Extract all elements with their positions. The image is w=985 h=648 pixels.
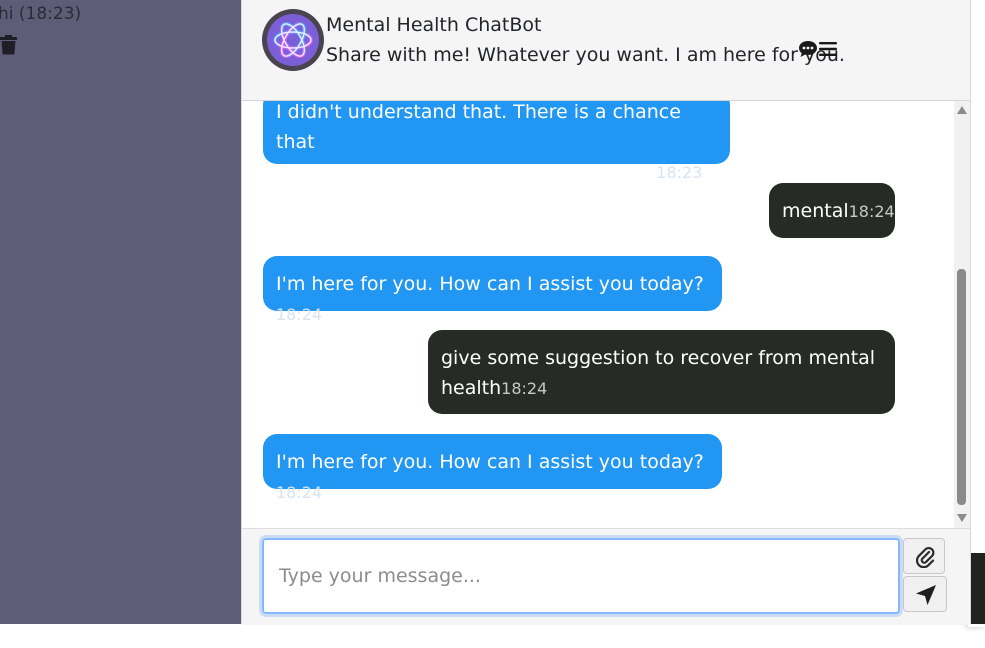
bot-message: I'm here for you. How can I assist you t… bbox=[263, 434, 722, 502]
paperclip-icon bbox=[915, 546, 935, 568]
chat-window: Mental Health ChatBot Share with me! Wha… bbox=[241, 0, 971, 625]
message-text: I'm here for you. How can I assist you t… bbox=[276, 273, 704, 295]
message-text: input is out of context. Please try agai… bbox=[276, 161, 657, 183]
message-input[interactable] bbox=[262, 538, 900, 614]
send-icon bbox=[916, 585, 936, 605]
message-scrollbar[interactable] bbox=[954, 101, 970, 528]
chat-header: Mental Health ChatBot Share with me! Wha… bbox=[242, 0, 970, 101]
message-text: give some suggestion to recover from men… bbox=[441, 347, 876, 369]
bot-message: I didn't understand that. There is a cha… bbox=[263, 101, 730, 183]
scroll-down-arrow-icon[interactable] bbox=[957, 514, 967, 522]
page-subtitle: Share with me! Whatever you want. I am h… bbox=[326, 44, 845, 66]
user-message: give some suggestion to recover from men… bbox=[428, 330, 895, 414]
message-text: I'm here for you. How can I assist you t… bbox=[276, 451, 704, 473]
message-time: 18:24 bbox=[276, 483, 323, 502]
user-message: mental18:24 bbox=[769, 183, 895, 238]
chat-bubble-icon[interactable] bbox=[798, 39, 818, 59]
message-text: I didn't understand that. There is a cha… bbox=[276, 101, 681, 153]
menu-icon[interactable] bbox=[818, 40, 838, 58]
chat-history-sidebar: hi (18:23) bbox=[0, 0, 242, 624]
send-button[interactable] bbox=[903, 576, 947, 612]
chatbot-logo-icon bbox=[263, 10, 323, 70]
page-edge-dark bbox=[969, 553, 985, 624]
trash-icon[interactable] bbox=[0, 35, 17, 55]
message-text: health bbox=[441, 377, 502, 399]
page-edge bbox=[969, 0, 985, 553]
message-time: 18:23 bbox=[656, 163, 703, 182]
composer bbox=[242, 528, 970, 625]
message-time: 18:24 bbox=[276, 305, 323, 324]
scroll-up-arrow-icon[interactable] bbox=[957, 106, 967, 114]
history-item[interactable]: hi (18:23) bbox=[0, 4, 81, 24]
message-list: I didn't understand that. There is a cha… bbox=[242, 101, 954, 528]
attach-button[interactable] bbox=[903, 538, 945, 574]
message-time: 18:24 bbox=[501, 379, 548, 398]
page-title: Mental Health ChatBot bbox=[326, 14, 542, 36]
chatbot-avatar bbox=[262, 9, 324, 71]
message-time: 18:24 bbox=[848, 202, 895, 221]
message-text: mental bbox=[782, 200, 849, 222]
bot-message: I'm here for you. How can I assist you t… bbox=[263, 256, 722, 324]
scrollbar-thumb[interactable] bbox=[957, 269, 966, 505]
